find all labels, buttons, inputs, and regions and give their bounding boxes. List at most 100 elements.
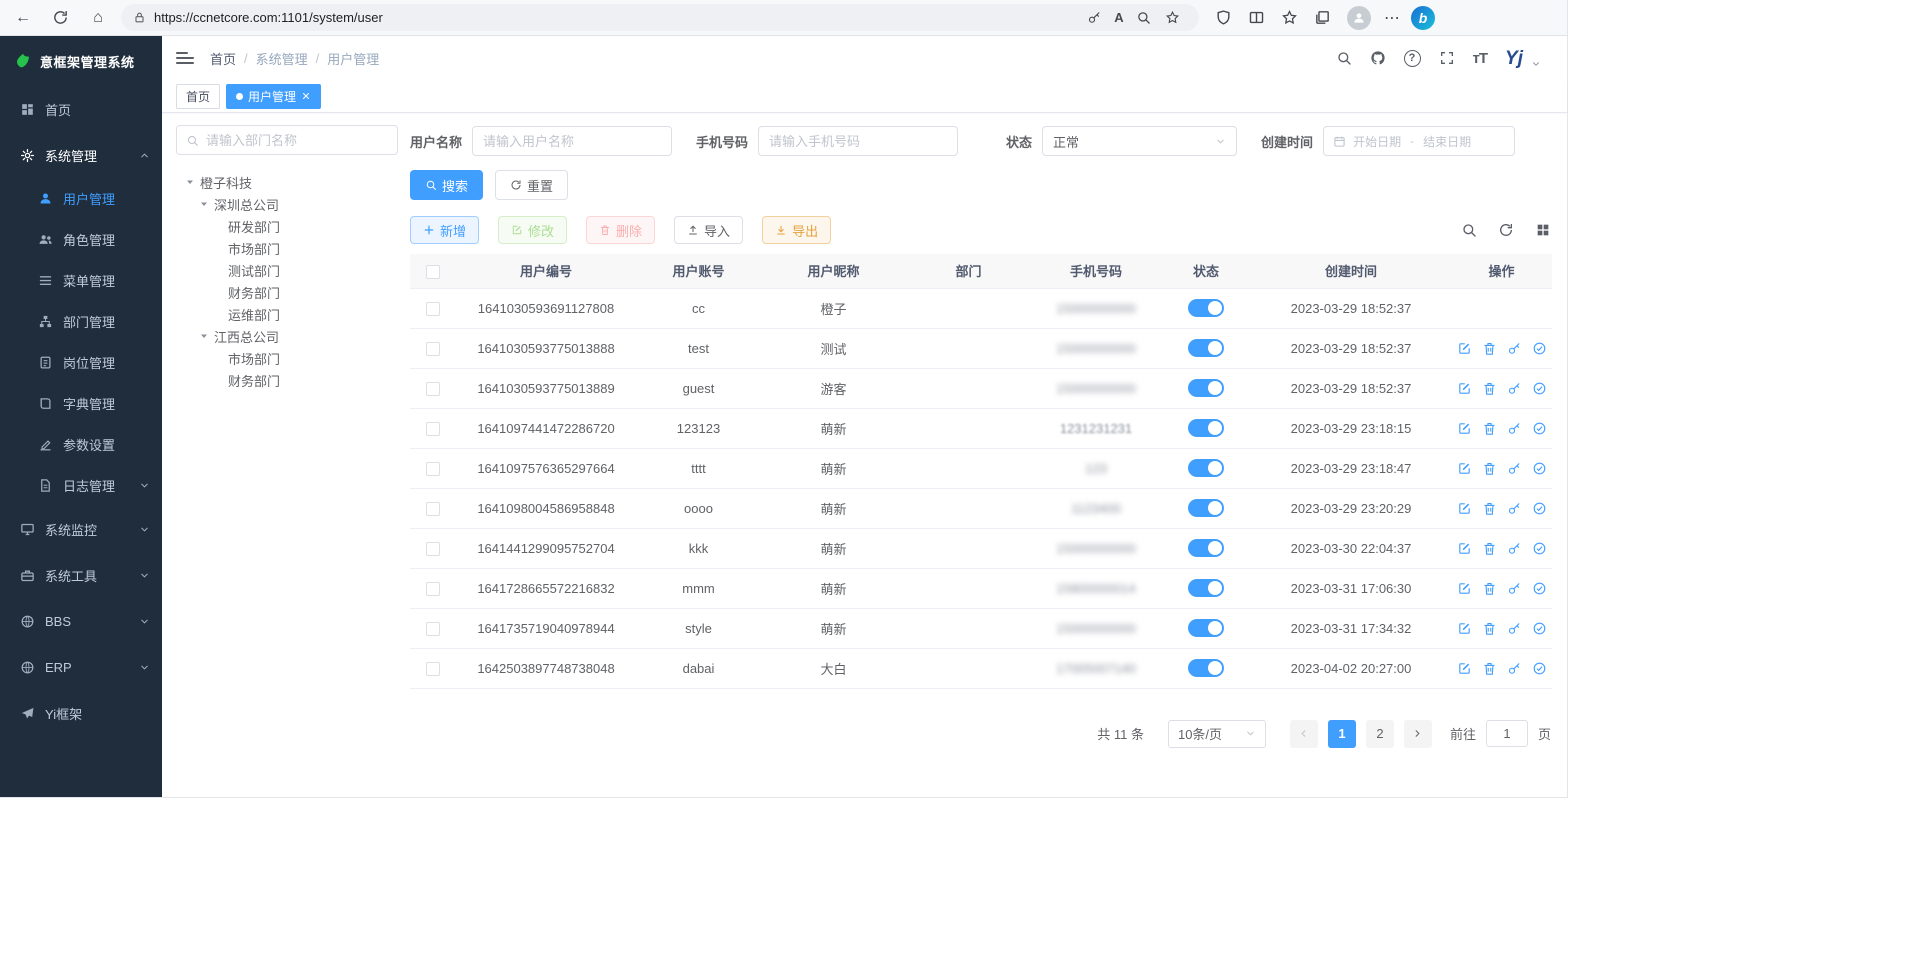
reset-button[interactable]: 重置 bbox=[495, 170, 568, 200]
row-delete-icon[interactable] bbox=[1482, 421, 1497, 436]
add-favorite-icon[interactable] bbox=[1165, 10, 1180, 25]
row-reset-password-icon[interactable] bbox=[1507, 381, 1522, 396]
row-edit-icon[interactable] bbox=[1457, 541, 1472, 556]
tree-node[interactable]: 运维部门 bbox=[176, 303, 398, 325]
tree-node[interactable]: 深圳总公司 bbox=[176, 193, 398, 215]
edit-button[interactable]: 修改 bbox=[498, 216, 567, 244]
row-checkbox[interactable] bbox=[426, 542, 440, 556]
search-button[interactable]: 搜索 bbox=[410, 170, 483, 200]
row-reset-password-icon[interactable] bbox=[1507, 461, 1522, 476]
status-toggle[interactable] bbox=[1188, 419, 1224, 437]
sidebar-item-dict-mgmt[interactable]: 字典管理 bbox=[0, 383, 162, 424]
row-edit-icon[interactable] bbox=[1457, 341, 1472, 356]
add-button[interactable]: 新增 bbox=[410, 216, 479, 244]
row-edit-icon[interactable] bbox=[1457, 621, 1472, 636]
chevron-down-icon[interactable] bbox=[1531, 59, 1541, 69]
status-toggle[interactable] bbox=[1188, 299, 1224, 317]
row-edit-icon[interactable] bbox=[1457, 501, 1472, 516]
row-delete-icon[interactable] bbox=[1482, 541, 1497, 556]
fullscreen-icon[interactable] bbox=[1439, 50, 1455, 66]
toggle-search-icon[interactable] bbox=[1461, 222, 1477, 238]
row-delete-icon[interactable] bbox=[1482, 341, 1497, 356]
row-edit-icon[interactable] bbox=[1457, 421, 1472, 436]
row-delete-icon[interactable] bbox=[1482, 661, 1497, 676]
row-checkbox[interactable] bbox=[426, 502, 440, 516]
date-range-picker[interactable]: 开始日期 - 结束日期 bbox=[1323, 126, 1515, 156]
delete-button[interactable]: 删除 bbox=[586, 216, 655, 244]
tree-node[interactable]: 市场部门 bbox=[176, 237, 398, 259]
row-edit-icon[interactable] bbox=[1457, 661, 1472, 676]
sidebar-item-role-mgmt[interactable]: 角色管理 bbox=[0, 219, 162, 260]
sidebar-item-yi-framework[interactable]: Yi框架 bbox=[0, 690, 162, 736]
password-key-icon[interactable] bbox=[1087, 10, 1102, 25]
address-bar[interactable]: https://ccnetcore.com:1101/system/user A bbox=[121, 4, 1199, 31]
row-reset-password-icon[interactable] bbox=[1507, 421, 1522, 436]
sidebar-item-home[interactable]: 首页 bbox=[0, 86, 162, 132]
tab-home[interactable]: 首页 bbox=[176, 84, 220, 109]
home-button[interactable]: ⌂ bbox=[85, 5, 111, 31]
refresh-table-icon[interactable] bbox=[1498, 222, 1514, 238]
goto-page-input[interactable] bbox=[1486, 720, 1528, 747]
row-edit-icon[interactable] bbox=[1457, 381, 1472, 396]
github-icon[interactable] bbox=[1370, 50, 1386, 66]
select-all-checkbox[interactable] bbox=[426, 265, 440, 279]
row-checkbox[interactable] bbox=[426, 302, 440, 316]
row-reset-password-icon[interactable] bbox=[1507, 501, 1522, 516]
sidebar-item-user-mgmt[interactable]: 用户管理 bbox=[0, 178, 162, 219]
font-size-icon[interactable]: тT bbox=[1473, 50, 1488, 67]
sidebar-item-erp[interactable]: ERP bbox=[0, 644, 162, 690]
row-edit-icon[interactable] bbox=[1457, 461, 1472, 476]
app-logo[interactable]: 意框架管理系统 bbox=[0, 36, 162, 86]
caret-down-icon[interactable] bbox=[198, 330, 210, 342]
row-reset-password-icon[interactable] bbox=[1507, 661, 1522, 676]
back-button[interactable]: ← bbox=[10, 5, 36, 31]
row-delete-icon[interactable] bbox=[1482, 581, 1497, 596]
row-reset-password-icon[interactable] bbox=[1507, 621, 1522, 636]
refresh-button[interactable] bbox=[52, 9, 69, 26]
breadcrumb-home[interactable]: 首页 bbox=[210, 49, 236, 68]
phone-input[interactable] bbox=[758, 126, 958, 156]
row-assign-role-icon[interactable] bbox=[1532, 461, 1547, 476]
tree-node[interactable]: 财务部门 bbox=[176, 369, 398, 391]
user-avatar[interactable]: Yj bbox=[1505, 49, 1523, 68]
sidebar-item-log-mgmt[interactable]: 日志管理 bbox=[0, 465, 162, 506]
row-checkbox[interactable] bbox=[426, 382, 440, 396]
status-toggle[interactable] bbox=[1188, 619, 1224, 637]
sidebar-item-bbs[interactable]: BBS bbox=[0, 598, 162, 644]
row-assign-role-icon[interactable] bbox=[1532, 501, 1547, 516]
sidebar-item-dept-mgmt[interactable]: 部门管理 bbox=[0, 301, 162, 342]
tree-node[interactable]: 测试部门 bbox=[176, 259, 398, 281]
sidebar-item-param-settings[interactable]: 参数设置 bbox=[0, 424, 162, 465]
row-checkbox[interactable] bbox=[426, 342, 440, 356]
prev-page-button[interactable] bbox=[1290, 720, 1318, 748]
read-aloud-icon[interactable]: A bbox=[1109, 5, 1129, 31]
dept-search-input[interactable] bbox=[206, 133, 388, 148]
row-checkbox[interactable] bbox=[426, 662, 440, 676]
split-screen-icon[interactable] bbox=[1248, 9, 1265, 26]
row-delete-icon[interactable] bbox=[1482, 381, 1497, 396]
sidebar-item-system-monitor[interactable]: 系统监控 bbox=[0, 506, 162, 552]
row-assign-role-icon[interactable] bbox=[1532, 661, 1547, 676]
sidebar-item-system-tools[interactable]: 系统工具 bbox=[0, 552, 162, 598]
row-assign-role-icon[interactable] bbox=[1532, 421, 1547, 436]
row-reset-password-icon[interactable] bbox=[1507, 341, 1522, 356]
status-toggle[interactable] bbox=[1188, 579, 1224, 597]
tree-node[interactable]: 财务部门 bbox=[176, 281, 398, 303]
page-1-button[interactable]: 1 bbox=[1328, 720, 1356, 748]
row-checkbox[interactable] bbox=[426, 462, 440, 476]
row-checkbox[interactable] bbox=[426, 422, 440, 436]
sidebar-item-menu-mgmt[interactable]: 菜单管理 bbox=[0, 260, 162, 301]
row-checkbox[interactable] bbox=[426, 582, 440, 596]
sidebar-item-post-mgmt[interactable]: 岗位管理 bbox=[0, 342, 162, 383]
favorites-icon[interactable] bbox=[1281, 9, 1298, 26]
tree-node[interactable]: 研发部门 bbox=[176, 215, 398, 237]
row-checkbox[interactable] bbox=[426, 622, 440, 636]
caret-down-icon[interactable] bbox=[184, 176, 196, 188]
next-page-button[interactable] bbox=[1404, 720, 1432, 748]
tree-node[interactable]: 江西总公司 bbox=[176, 325, 398, 347]
close-icon[interactable] bbox=[301, 91, 311, 101]
row-assign-role-icon[interactable] bbox=[1532, 581, 1547, 596]
row-delete-icon[interactable] bbox=[1482, 501, 1497, 516]
row-assign-role-icon[interactable] bbox=[1532, 381, 1547, 396]
zoom-icon[interactable] bbox=[1136, 10, 1151, 25]
